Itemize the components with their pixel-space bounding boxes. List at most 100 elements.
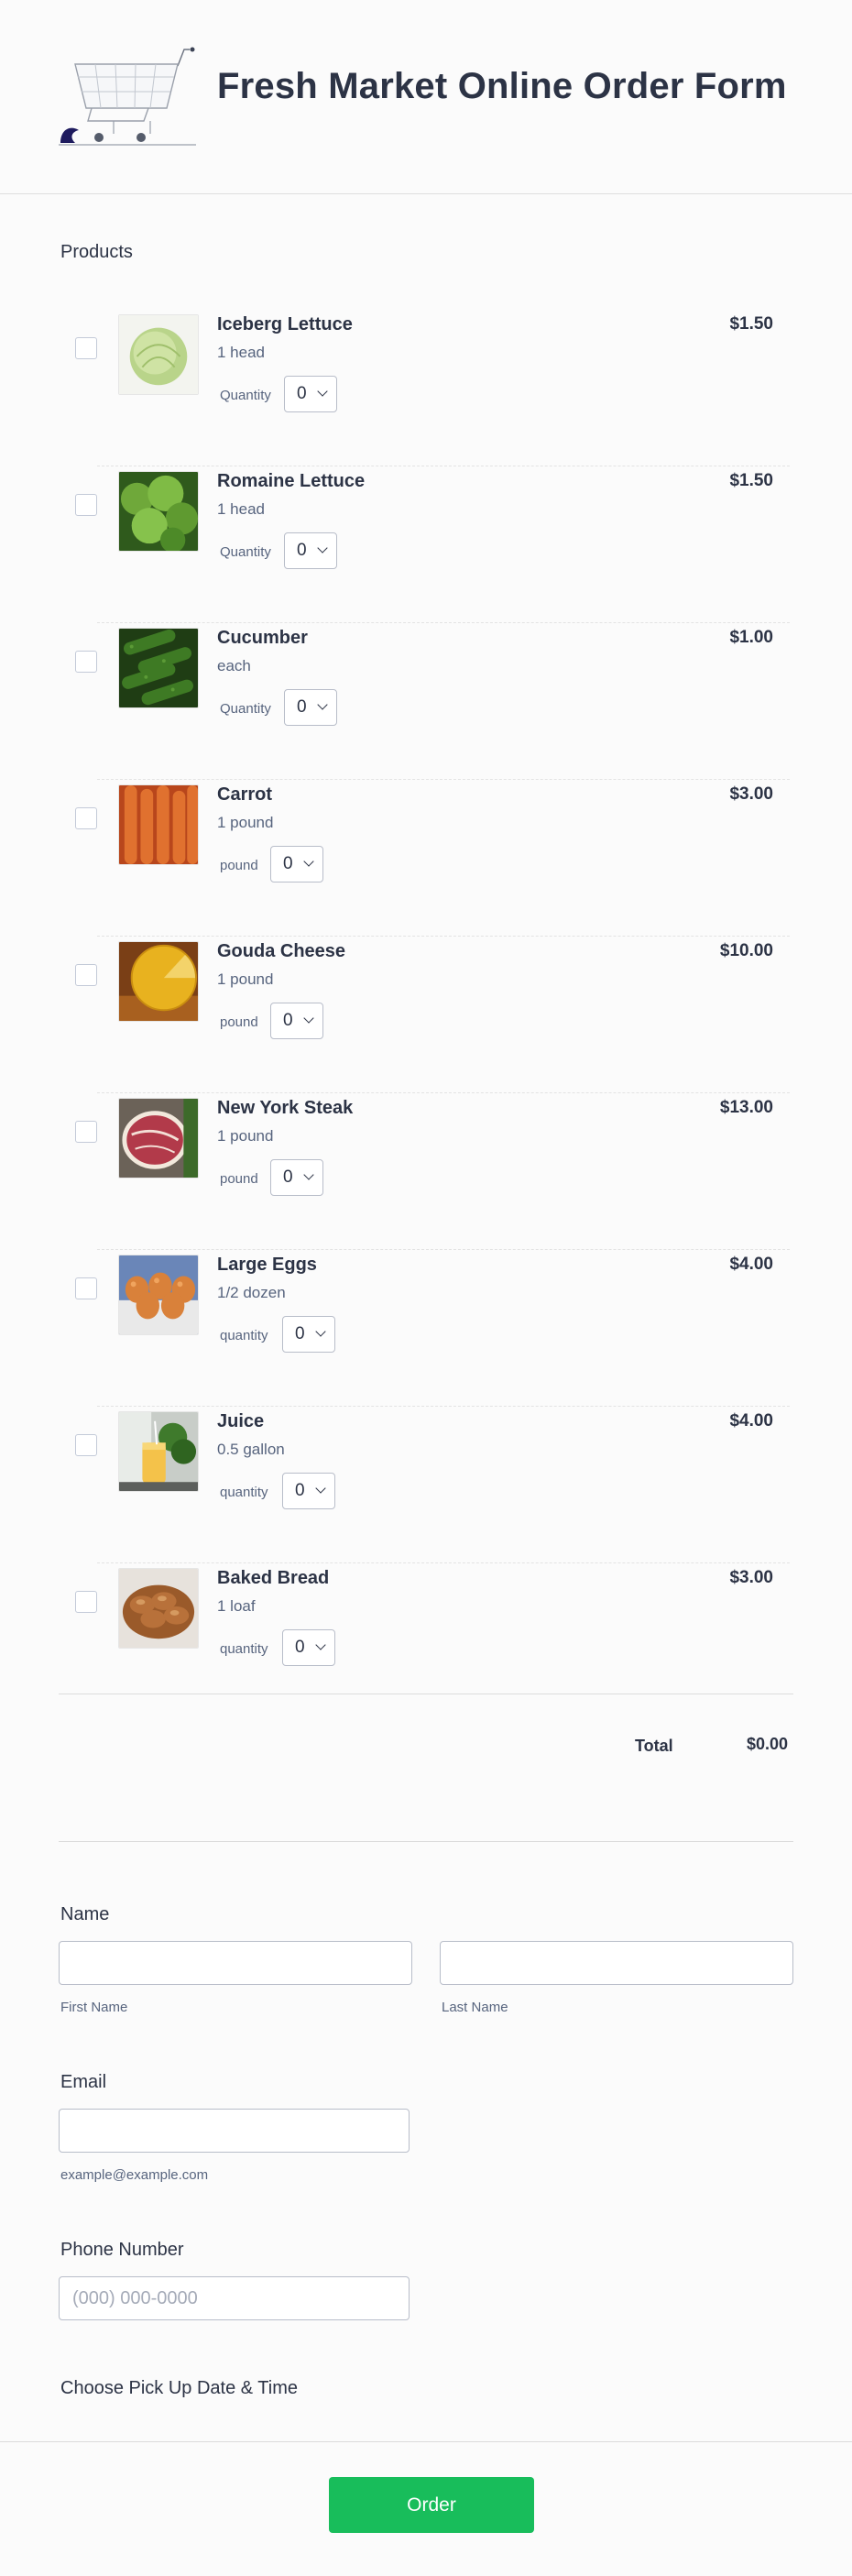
product-image <box>118 628 199 708</box>
product-description: 1 pound <box>217 814 274 831</box>
product-description: 1/2 dozen <box>217 1284 286 1301</box>
product-item: Baked Bread 1 loaf $3.00 quantity 0 <box>60 1563 790 1720</box>
chevron-down-icon <box>317 543 328 554</box>
phone-input[interactable] <box>60 2277 409 2319</box>
quantity-select[interactable]: 0 <box>282 1473 335 1509</box>
product-price: $1.00 <box>729 628 773 647</box>
first-name-input[interactable] <box>60 1942 411 1984</box>
email-label: Email <box>60 2072 107 2092</box>
product-checkbox[interactable] <box>75 1277 97 1299</box>
last-name-field[interactable] <box>440 1941 793 1985</box>
last-name-input[interactable] <box>441 1942 792 1984</box>
quantity-select[interactable]: 0 <box>270 1003 323 1039</box>
total-value: $0.00 <box>747 1735 789 1753</box>
product-checkbox[interactable] <box>75 651 97 673</box>
quantity-select[interactable]: 0 <box>284 689 337 726</box>
product-item: Juice 0.5 gallon $4.00 quantity 0 <box>60 1407 790 1563</box>
quantity-value: 0 <box>295 1638 305 1657</box>
order-button[interactable]: Order <box>329 2477 534 2533</box>
product-description: 1 loaf <box>217 1597 256 1615</box>
product-price: $4.00 <box>729 1411 773 1431</box>
form-footer: Order <box>0 2441 852 2576</box>
email-field[interactable] <box>59 2109 410 2153</box>
product-name: New York Steak <box>217 1098 354 1118</box>
chevron-down-icon <box>315 1639 326 1650</box>
last-name-sublabel: Last Name <box>442 2000 508 2015</box>
quantity-select[interactable]: 0 <box>282 1316 335 1353</box>
product-checkbox[interactable] <box>75 964 97 986</box>
product-name: Iceberg Lettuce <box>217 314 353 334</box>
quantity-select[interactable]: 0 <box>270 1159 323 1196</box>
quantity-label: Quantity <box>220 701 271 717</box>
product-checkbox[interactable] <box>75 337 97 359</box>
pickup-label: Choose Pick Up Date & Time <box>60 2378 298 2398</box>
quantity-label: quantity <box>220 1328 268 1343</box>
quantity-value: 0 <box>295 1481 305 1500</box>
product-item: Romaine Lettuce 1 head $1.50 Quantity 0 <box>60 466 790 623</box>
product-checkbox[interactable] <box>75 1434 97 1456</box>
product-name: Baked Bread <box>217 1568 330 1588</box>
product-description: each <box>217 657 251 674</box>
form-header: Fresh Market Online Order Form <box>0 0 852 194</box>
product-checkbox[interactable] <box>75 807 97 829</box>
name-label: Name <box>60 1904 110 1924</box>
quantity-value: 0 <box>295 1324 305 1343</box>
product-description: 1 head <box>217 500 265 518</box>
quantity-select[interactable]: 0 <box>270 846 323 882</box>
phone-field[interactable] <box>59 2276 410 2320</box>
product-item: Iceberg Lettuce 1 head $1.50 Quantity 0 <box>60 310 790 466</box>
email-input[interactable] <box>60 2110 409 2152</box>
product-name: Large Eggs <box>217 1255 317 1275</box>
product-price: $1.50 <box>729 471 773 490</box>
chevron-down-icon <box>317 386 328 397</box>
quantity-select[interactable]: 0 <box>284 376 337 412</box>
chevron-down-icon <box>317 699 328 710</box>
quantity-label: pound <box>220 858 258 873</box>
product-image <box>118 1568 199 1649</box>
product-image <box>118 471 199 552</box>
quantity-value: 0 <box>297 697 307 717</box>
quantity-label: quantity <box>220 1485 268 1500</box>
product-name: Cucumber <box>217 628 308 648</box>
quantity-label: pound <box>220 1014 258 1030</box>
quantity-label: pound <box>220 1171 258 1187</box>
product-image <box>118 784 199 865</box>
product-item: Carrot 1 pound $3.00 pound 0 <box>60 780 790 937</box>
product-description: 0.5 gallon <box>217 1441 285 1458</box>
product-item: Cucumber each $1.00 Quantity 0 <box>60 623 790 780</box>
product-image <box>118 1255 199 1335</box>
product-checkbox[interactable] <box>75 1591 97 1613</box>
product-name: Carrot <box>217 784 273 805</box>
quantity-label: quantity <box>220 1641 268 1657</box>
email-sublabel: example@example.com <box>60 2167 209 2183</box>
chevron-down-icon <box>315 1326 326 1337</box>
product-checkbox[interactable] <box>75 494 97 516</box>
product-name: Gouda Cheese <box>217 941 346 961</box>
product-description: 1 pound <box>217 1127 274 1145</box>
form-title: Fresh Market Online Order Form <box>217 66 787 106</box>
first-name-field[interactable] <box>59 1941 412 1985</box>
product-image <box>118 314 199 395</box>
quantity-value: 0 <box>297 384 307 403</box>
product-description: 1 head <box>217 344 265 361</box>
first-name-sublabel: First Name <box>60 2000 128 2015</box>
quantity-value: 0 <box>297 541 307 560</box>
product-price: $3.00 <box>729 1568 773 1587</box>
product-price: $13.00 <box>719 1098 773 1117</box>
total-label: Total <box>635 1737 673 1755</box>
product-image <box>118 941 199 1022</box>
chevron-down-icon <box>303 1169 314 1180</box>
section-divider <box>59 1841 793 1842</box>
quantity-value: 0 <box>283 1011 293 1030</box>
quantity-value: 0 <box>283 1167 293 1187</box>
quantity-select[interactable]: 0 <box>282 1629 335 1666</box>
chevron-down-icon <box>315 1483 326 1494</box>
product-image <box>118 1098 199 1178</box>
shopping-cart-icon <box>59 46 196 148</box>
product-item: Gouda Cheese 1 pound $10.00 pound 0 <box>60 937 790 1093</box>
quantity-select[interactable]: 0 <box>284 532 337 569</box>
product-price: $10.00 <box>719 941 773 960</box>
product-checkbox[interactable] <box>75 1121 97 1143</box>
chevron-down-icon <box>303 856 314 867</box>
phone-label: Phone Number <box>60 2240 184 2260</box>
